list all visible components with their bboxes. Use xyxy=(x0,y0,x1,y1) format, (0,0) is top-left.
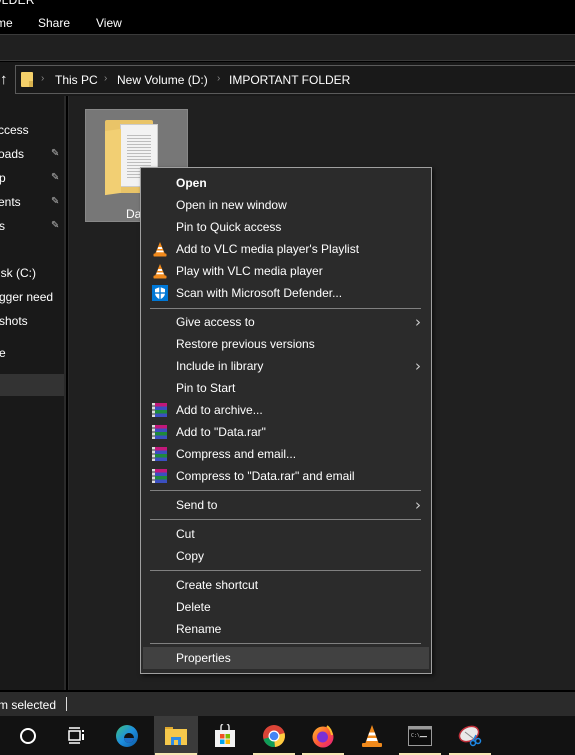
menu-item-create-shortcut[interactable]: Create shortcut xyxy=(143,574,429,596)
winrar-icon xyxy=(152,447,167,461)
window-title: OLDER xyxy=(0,0,35,7)
pin-icon: ✎ xyxy=(51,220,60,231)
status-text: m selected xyxy=(0,698,57,712)
menu-item-add-to-vlc-playlist[interactable]: Add to VLC media player's Playlist xyxy=(143,238,429,260)
taskbar-task-view[interactable] xyxy=(54,716,98,755)
breadcrumb-separator[interactable]: › xyxy=(104,73,107,84)
firefox-icon xyxy=(312,724,334,747)
chevron-right-icon: › xyxy=(415,357,421,375)
menu-item-cut[interactable]: Cut xyxy=(143,523,429,545)
taskbar-edge[interactable] xyxy=(105,716,149,755)
menu-item-restore-previous-versions[interactable]: Restore previous versions xyxy=(143,333,429,355)
tab-home[interactable]: me xyxy=(0,16,13,30)
menu-item-give-access-to[interactable]: Give access to › xyxy=(143,311,429,333)
breadcrumb-important-folder[interactable]: IMPORTANT FOLDER xyxy=(229,73,350,87)
tab-share[interactable]: Share xyxy=(38,16,70,30)
menu-item-scan-with-defender[interactable]: Scan with Microsoft Defender... xyxy=(143,282,429,304)
sidebar-item-folder[interactable]: gger need xyxy=(0,286,64,308)
winrar-icon xyxy=(152,403,167,417)
edge-icon xyxy=(116,724,138,747)
pin-icon: ✎ xyxy=(51,148,60,159)
menu-item-add-to-data-rar[interactable]: Add to "Data.rar" xyxy=(143,421,429,443)
menu-item-copy[interactable]: Copy xyxy=(143,545,429,567)
sidebar-item-desktop[interactable]: p ✎ xyxy=(0,167,64,189)
menu-item-delete[interactable]: Delete xyxy=(143,596,429,618)
sidebar-item-downloads[interactable]: oads ✎ xyxy=(0,143,64,165)
context-menu: Open Open in new window Pin to Quick acc… xyxy=(140,167,432,674)
cortana-icon xyxy=(20,727,36,744)
chevron-right-icon: › xyxy=(415,496,421,514)
vlc-icon xyxy=(362,724,382,747)
ribbon-collapsed-strip xyxy=(0,34,575,61)
navigation-bar: ↑ › This PC › New Volume (D:) › IMPORTAN… xyxy=(0,62,575,96)
task-view-icon xyxy=(68,726,84,744)
vlc-icon xyxy=(153,242,167,257)
taskbar-firefox[interactable] xyxy=(301,716,345,755)
taskbar-microsoft-store[interactable] xyxy=(203,716,247,755)
breadcrumb-new-volume[interactable]: New Volume (D:) xyxy=(117,73,208,87)
taskbar-command-prompt[interactable]: C:\ xyxy=(398,716,442,755)
status-bar: m selected xyxy=(0,692,575,716)
pin-icon: ✎ xyxy=(51,172,60,183)
menu-item-pin-to-start[interactable]: Pin to Start xyxy=(143,377,429,399)
breadcrumb-separator[interactable]: › xyxy=(217,73,220,84)
sidebar-item-onedrive[interactable]: e xyxy=(0,342,64,364)
up-arrow-icon[interactable]: ↑ xyxy=(0,72,10,88)
vlc-icon xyxy=(153,264,167,279)
sidebar-item-pictures[interactable]: s ✎ xyxy=(0,215,64,237)
sidebar-item-documents[interactable]: ents ✎ xyxy=(0,191,64,213)
breadcrumb-separator[interactable]: › xyxy=(41,73,44,84)
svg-text:C:\: C:\ xyxy=(411,733,420,739)
taskbar-snipping-tool[interactable] xyxy=(448,716,492,755)
file-explorer-icon xyxy=(165,726,187,745)
menu-separator xyxy=(150,308,421,309)
chevron-right-icon: › xyxy=(415,313,421,331)
menu-item-open[interactable]: Open xyxy=(143,172,429,194)
defender-icon xyxy=(152,285,168,301)
menu-item-compress-and-email[interactable]: Compress and email... xyxy=(143,443,429,465)
winrar-icon xyxy=(152,425,167,439)
pin-icon: ✎ xyxy=(51,196,60,207)
chrome-icon xyxy=(263,724,285,747)
menu-item-properties[interactable]: Properties xyxy=(143,647,429,669)
taskbar-cortana[interactable] xyxy=(6,716,50,755)
folder-front-icon xyxy=(105,128,121,196)
taskbar-file-explorer[interactable] xyxy=(154,716,198,755)
menu-item-rename[interactable]: Rename xyxy=(143,618,429,640)
taskbar-chrome[interactable] xyxy=(252,716,296,755)
taskbar-vlc[interactable] xyxy=(350,716,394,755)
title-bar: OLDER xyxy=(0,0,575,12)
address-bar[interactable]: › This PC › New Volume (D:) › IMPORTANT … xyxy=(15,65,575,94)
menu-item-play-with-vlc[interactable]: Play with VLC media player xyxy=(143,260,429,282)
menu-item-open-in-new-window[interactable]: Open in new window xyxy=(143,194,429,216)
menu-separator xyxy=(150,643,421,644)
tab-view[interactable]: View xyxy=(96,16,122,30)
menu-item-pin-to-quick-access[interactable]: Pin to Quick access xyxy=(143,216,429,238)
command-prompt-icon: C:\ xyxy=(408,725,432,746)
menu-separator xyxy=(150,490,421,491)
menu-item-add-to-archive[interactable]: Add to archive... xyxy=(143,399,429,421)
status-separator xyxy=(66,697,67,711)
breadcrumb-this-pc[interactable]: This PC xyxy=(55,73,98,87)
taskbar: C:\ xyxy=(0,716,575,755)
menu-separator xyxy=(150,570,421,571)
snipping-tool-icon xyxy=(458,725,482,746)
menu-item-include-in-library[interactable]: Include in library › xyxy=(143,355,429,377)
sidebar-item-selected[interactable] xyxy=(0,374,64,396)
sidebar-item-local-disk[interactable]: isk (C:) xyxy=(0,262,64,284)
navigation-pane: ccess oads ✎ p ✎ ents ✎ s ✎ isk (C:) gger ne… xyxy=(0,96,66,690)
sidebar-item-quick-access[interactable]: ccess xyxy=(0,119,64,141)
microsoft-store-icon xyxy=(215,723,235,747)
menu-separator xyxy=(150,519,421,520)
folder-icon xyxy=(21,72,33,87)
ribbon-tabs: me Share View xyxy=(0,12,575,34)
winrar-icon xyxy=(152,469,167,483)
sidebar-item-screenshots[interactable]: shots xyxy=(0,310,64,332)
menu-item-compress-to-data-rar-and-email[interactable]: Compress to "Data.rar" and email xyxy=(143,465,429,487)
menu-item-send-to[interactable]: Send to › xyxy=(143,494,429,516)
